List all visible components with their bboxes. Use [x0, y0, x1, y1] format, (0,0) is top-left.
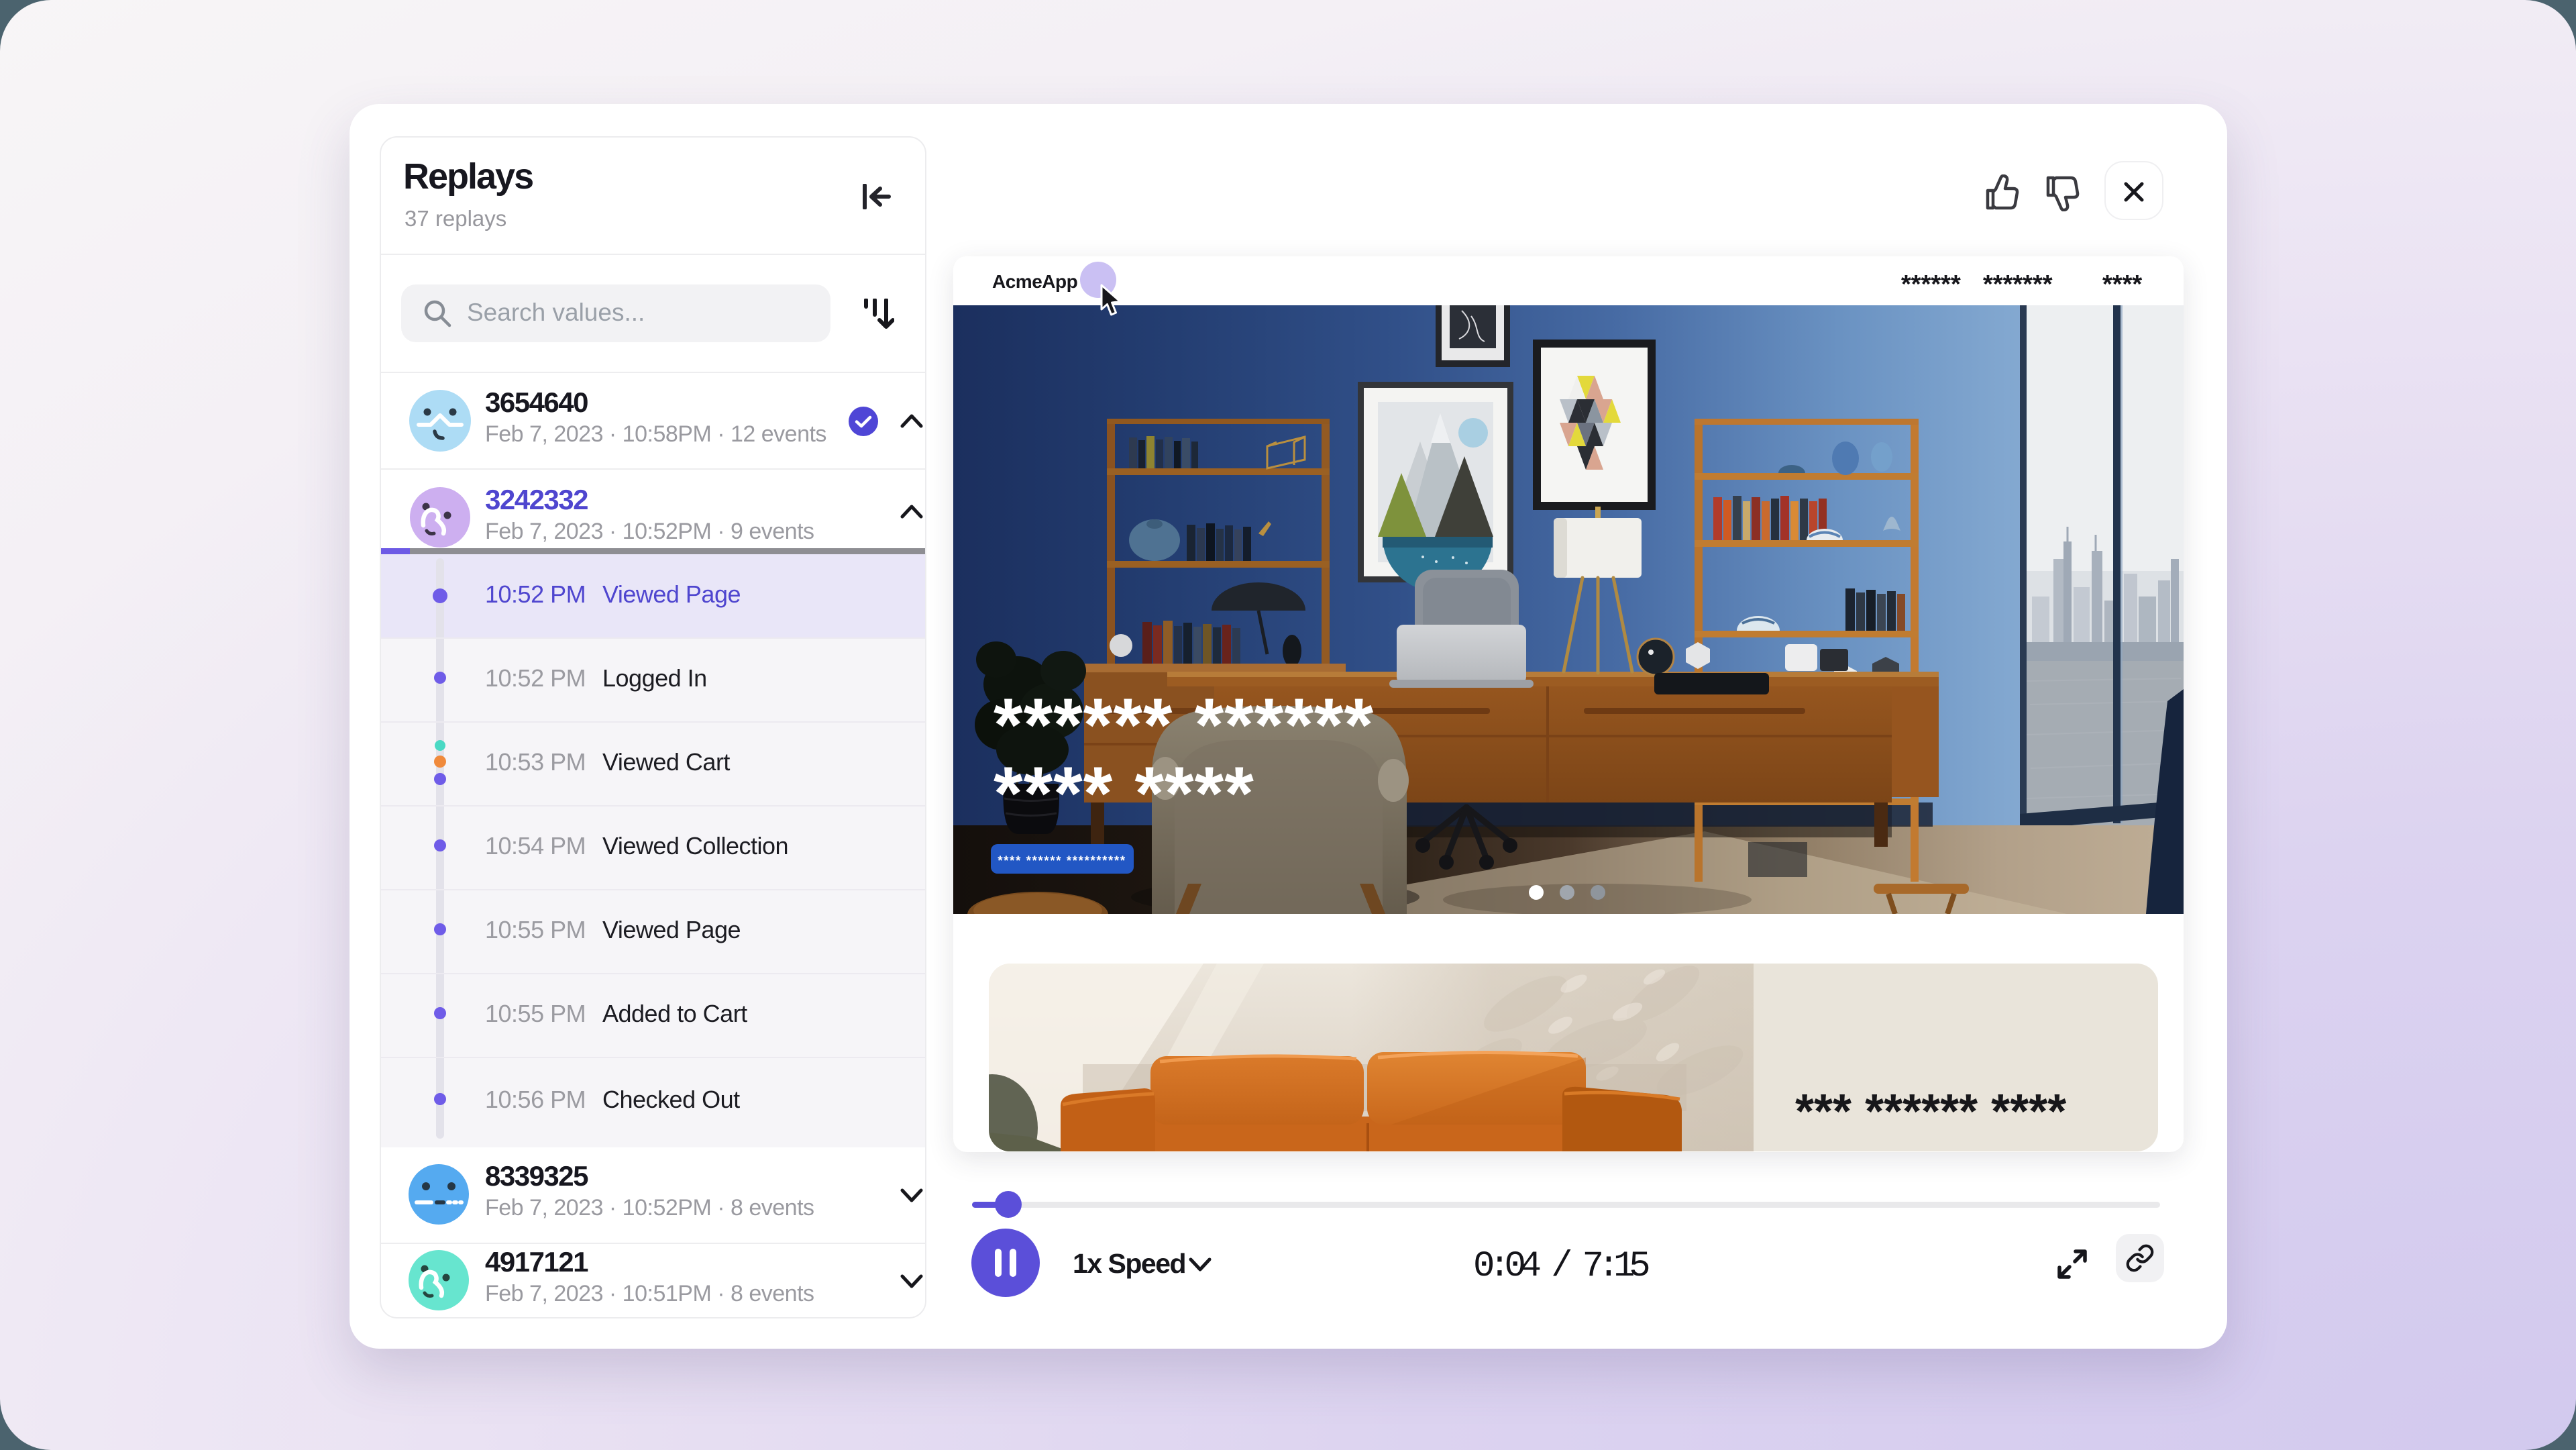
svg-text:**** ****: **** **** — [994, 752, 1254, 835]
svg-text:**** ****** **********: **** ****** ********** — [998, 854, 1126, 868]
